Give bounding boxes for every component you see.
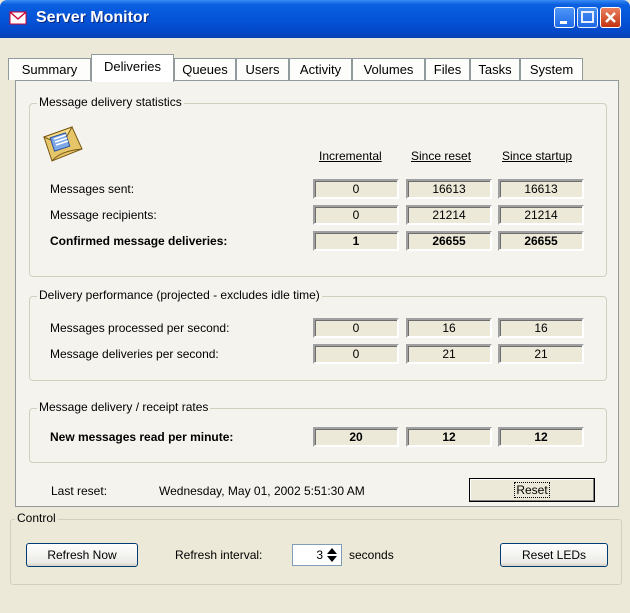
last-reset-value: Wednesday, May 01, 2002 5:51:30 AM bbox=[159, 484, 365, 498]
recipients-incremental: 0 bbox=[313, 205, 399, 225]
recipients-since-startup: 21214 bbox=[498, 205, 584, 225]
column-header-since-reset: Since reset bbox=[411, 149, 472, 163]
confirmed-since-startup: 26655 bbox=[498, 231, 584, 251]
messages-sent-incremental: 0 bbox=[313, 179, 399, 199]
tab-activity[interactable]: Activity bbox=[289, 58, 352, 80]
processed-since-reset: 16 bbox=[406, 318, 492, 338]
reset-leds-button[interactable]: Reset LEDs bbox=[500, 543, 608, 567]
messages-sent-since-reset: 16613 bbox=[406, 179, 492, 199]
group-title: Delivery performance (projected - exclud… bbox=[37, 288, 322, 302]
group-title: Message delivery / receipt rates bbox=[37, 400, 211, 414]
tab-volumes[interactable]: Volumes bbox=[352, 58, 425, 80]
tab-deliveries[interactable]: Deliveries bbox=[91, 54, 174, 82]
processed-since-startup: 16 bbox=[498, 318, 584, 338]
deliveries-panel: Message delivery statistics Incremental … bbox=[15, 80, 619, 507]
row-label-messages-sent: Messages sent: bbox=[50, 182, 135, 196]
reset-button-label: Reset bbox=[514, 482, 550, 498]
row-label-message-recipients: Message recipients: bbox=[50, 208, 157, 222]
column-header-incremental: Incremental bbox=[319, 149, 382, 163]
tab-summary[interactable]: Summary bbox=[8, 58, 91, 80]
tab-users[interactable]: Users bbox=[236, 58, 289, 80]
tab-queues[interactable]: Queues bbox=[174, 58, 236, 80]
tab-system[interactable]: System bbox=[520, 58, 583, 80]
row-label-deliveries-per-second: Message deliveries per second: bbox=[50, 347, 219, 361]
row-label-new-messages-read: New messages read per minute: bbox=[50, 430, 234, 444]
deliveries-per-second-incremental: 0 bbox=[313, 344, 399, 364]
read-per-minute-since-startup: 12 bbox=[498, 427, 584, 447]
read-per-minute-since-reset: 12 bbox=[406, 427, 492, 447]
server-monitor-window: Server Monitor Summary Deliveries Queues… bbox=[0, 0, 630, 613]
minimize-button[interactable] bbox=[554, 7, 575, 28]
title-bar[interactable]: Server Monitor bbox=[0, 0, 630, 38]
refresh-interval-spinner[interactable]: 3 bbox=[292, 544, 342, 566]
tab-tasks[interactable]: Tasks bbox=[470, 58, 520, 80]
confirmed-incremental: 1 bbox=[313, 231, 399, 251]
reset-button[interactable]: Reset bbox=[469, 478, 595, 502]
mail-envelope-icon bbox=[42, 126, 83, 162]
row-label-confirmed-deliveries: Confirmed message deliveries: bbox=[50, 234, 228, 248]
refresh-now-button[interactable]: Refresh Now bbox=[26, 543, 138, 567]
confirmed-since-reset: 26655 bbox=[406, 231, 492, 251]
deliveries-per-second-since-reset: 21 bbox=[406, 344, 492, 364]
column-header-since-startup: Since startup bbox=[502, 149, 573, 163]
deliveries-per-second-since-startup: 21 bbox=[498, 344, 584, 364]
processed-incremental: 0 bbox=[313, 318, 399, 338]
delivery-performance-group: Delivery performance (projected - exclud… bbox=[29, 288, 607, 381]
app-envelope-icon bbox=[9, 11, 27, 25]
read-per-minute-incremental: 20 bbox=[313, 427, 399, 447]
spin-up-down-icon[interactable] bbox=[325, 547, 339, 563]
window-title: Server Monitor bbox=[36, 9, 149, 26]
maximize-button[interactable] bbox=[577, 7, 598, 28]
refresh-interval-unit: seconds bbox=[349, 548, 394, 562]
last-reset-label: Last reset: bbox=[51, 484, 108, 498]
refresh-interval-label: Refresh interval: bbox=[175, 548, 263, 562]
close-button[interactable] bbox=[600, 7, 621, 28]
messages-sent-since-startup: 16613 bbox=[498, 179, 584, 199]
refresh-interval-value: 3 bbox=[316, 548, 323, 562]
tab-files[interactable]: Files bbox=[425, 58, 470, 80]
row-label-processed-per-second: Messages processed per second: bbox=[50, 321, 230, 335]
group-title: Message delivery statistics bbox=[37, 95, 184, 109]
control-group-title: Control bbox=[15, 511, 58, 525]
recipients-since-reset: 21214 bbox=[406, 205, 492, 225]
